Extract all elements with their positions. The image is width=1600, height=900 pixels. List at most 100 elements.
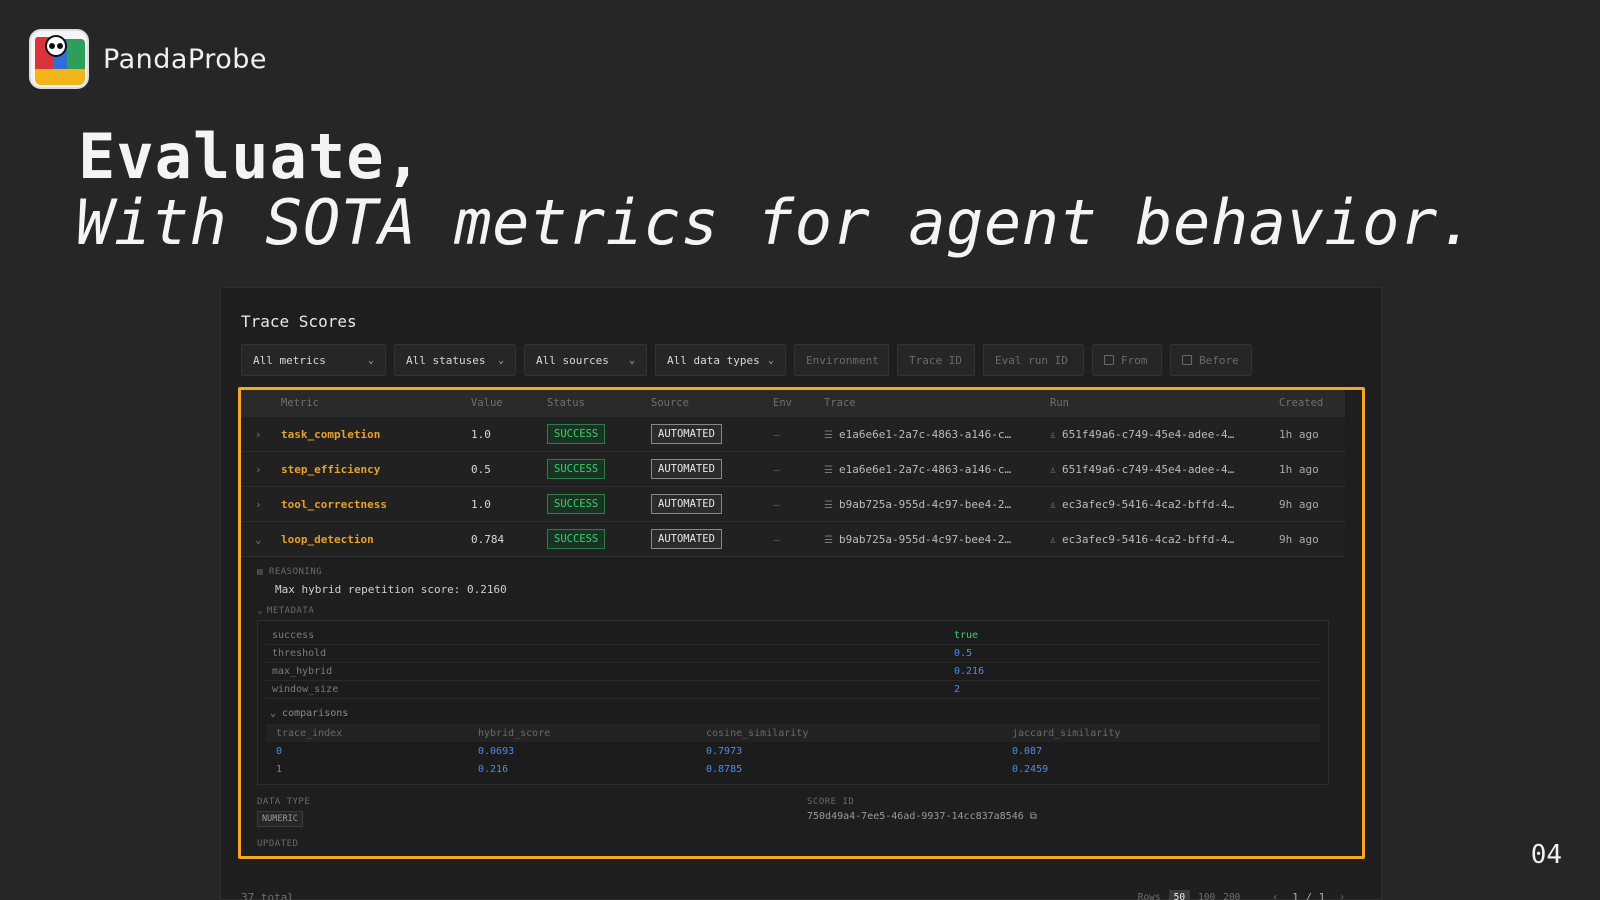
env-value: – [773, 532, 780, 546]
source-badge: AUTOMATED [651, 424, 722, 444]
source-filter[interactable]: All sources ⌄ [524, 344, 647, 376]
run-link[interactable]: 651f49a6-c749-45e4-adee-4… [1062, 428, 1234, 441]
metric-name: step_efficiency [281, 462, 381, 476]
run-icon: ♙ [1050, 534, 1057, 546]
score-value: 0.5 [471, 462, 491, 476]
col-status[interactable]: Status [547, 397, 651, 409]
collapse-chevron-icon[interactable]: ⌄ [241, 533, 281, 546]
prev-page-icon[interactable]: ‹ [1272, 892, 1278, 900]
rows-option-50[interactable]: 50 [1168, 890, 1191, 900]
panel-title: Trace Scores [241, 312, 357, 331]
table-row[interactable]: › tool_correctness 1.0 SUCCESS AUTOMATED… [241, 487, 1345, 522]
trace-link[interactable]: b9ab725a-955d-4c97-bee4-2… [839, 498, 1011, 511]
copy-icon[interactable]: ⧉ [1030, 811, 1037, 822]
col-trace[interactable]: Trace [824, 397, 1050, 409]
score-value: 0.784 [471, 532, 505, 546]
chevron-down-icon: ⌄ [628, 354, 635, 366]
score-detail: ▤ REASONING Max hybrid repetition score: … [241, 557, 1345, 849]
score-value: 1.0 [471, 497, 491, 511]
run-link[interactable]: ec3afec9-5416-4ca2-bffd-4… [1062, 498, 1234, 511]
metadata-row: max_hybrid 0.216 [266, 663, 1320, 681]
chevron-down-icon: ⌄ [270, 708, 283, 719]
col-source[interactable]: Source [651, 397, 773, 409]
pandaprobe-logo-icon [29, 29, 89, 89]
run-link[interactable]: ec3afec9-5416-4ca2-bffd-4… [1062, 533, 1234, 546]
source-badge: AUTOMATED [651, 494, 722, 514]
run-icon: ♙ [1050, 499, 1057, 511]
slide-number: 04 [1530, 840, 1562, 870]
metric-name: task_completion [281, 427, 381, 441]
table-row[interactable]: › step_efficiency 0.5 SUCCESS AUTOMATED … [241, 452, 1345, 487]
comparisons-table: trace_index hybrid_score cosine_similarity… [266, 724, 1320, 778]
data-type-label: DATA TYPE [257, 797, 311, 807]
scores-table: Metric Value Status Source Env Trace Run… [241, 389, 1345, 861]
col-env[interactable]: Env [773, 397, 824, 409]
trace-icon: ☰ [824, 534, 833, 546]
created-time: 1h ago [1279, 427, 1319, 441]
created-time: 9h ago [1279, 532, 1319, 546]
trace-link[interactable]: e1a6e6e1-2a7c-4863-a146-c… [839, 463, 1011, 476]
trace-link[interactable]: e1a6e6e1-2a7c-4863-a146-c… [839, 428, 1011, 441]
metadata-row: window_size 2 [266, 681, 1320, 699]
table-row-expanded[interactable]: ⌄ loop_detection 0.784 SUCCESS AUTOMATED… [241, 522, 1345, 557]
rows-label: Rows [1137, 892, 1161, 900]
col-value[interactable]: Value [471, 397, 547, 409]
brand-name: PandaProbe [103, 43, 267, 75]
from-date-input[interactable]: From [1092, 344, 1162, 376]
updated-label: UPDATED [257, 839, 299, 849]
before-date-input[interactable]: Before [1170, 344, 1252, 376]
status-filter[interactable]: All statuses ⌄ [394, 344, 516, 376]
trace-scores-panel: Trace Scores All metrics ⌄ All statuses ⌄ … [220, 287, 1382, 900]
chevron-down-icon: ⌄ [767, 354, 774, 366]
expand-chevron-icon[interactable]: › [241, 498, 281, 511]
run-icon: ♙ [1050, 429, 1057, 441]
status-badge: SUCCESS [547, 494, 606, 514]
rows-option-200[interactable]: 200 [1223, 892, 1240, 900]
next-page-icon[interactable]: › [1339, 892, 1345, 900]
col-metric[interactable]: Metric [281, 397, 471, 409]
metadata-toggle[interactable]: ⌄ METADATA [257, 606, 1329, 616]
hero-title: Evaluate, [78, 120, 423, 193]
rows-option-100[interactable]: 100 [1198, 892, 1215, 900]
source-badge: AUTOMATED [651, 529, 722, 549]
expand-chevron-icon[interactable]: › [241, 428, 281, 441]
table-header: Metric Value Status Source Env Trace Run… [241, 389, 1345, 417]
comparison-row: 1 0.216 0.8785 0.2459 [276, 763, 1049, 775]
status-badge: SUCCESS [547, 424, 606, 444]
metrics-filter[interactable]: All metrics ⌄ [241, 344, 386, 376]
trace-link[interactable]: b9ab725a-955d-4c97-bee4-2… [839, 533, 1011, 546]
score-id: 750d49a4-7ee5-46ad-9937-14cc837a8546 [807, 811, 1024, 822]
score-value: 1.0 [471, 427, 491, 441]
col-created[interactable]: Created [1279, 397, 1345, 409]
trace-icon: ☰ [824, 499, 833, 511]
filter-bar: All metrics ⌄ All statuses ⌄ All sources ⌄ … [241, 344, 1252, 376]
page-indicator: 1 / 1 [1292, 891, 1326, 900]
env-value: – [773, 497, 780, 511]
pagination: 37 total Rows 50 100 200 ‹ 1 / 1 › [241, 890, 1345, 900]
run-icon: ♙ [1050, 464, 1057, 476]
eval-run-id-input[interactable]: Eval run ID [983, 344, 1084, 376]
env-value: – [773, 427, 780, 441]
chevron-down-icon: ⌄ [367, 354, 374, 366]
score-id-label: SCORE ID [807, 797, 855, 807]
chevron-down-icon: ⌄ [497, 354, 504, 366]
table-row[interactable]: › task_completion 1.0 SUCCESS AUTOMATED … [241, 417, 1345, 452]
created-time: 1h ago [1279, 462, 1319, 476]
trace-id-input[interactable]: Trace ID [897, 344, 975, 376]
reasoning-text: Max hybrid repetition score: 0.2160 [275, 583, 507, 596]
data-type-filter[interactable]: All data types ⌄ [655, 344, 786, 376]
trace-icon: ☰ [824, 429, 833, 441]
status-badge: SUCCESS [547, 529, 606, 549]
metric-name: loop_detection [281, 532, 374, 546]
col-run[interactable]: Run [1050, 397, 1279, 409]
chevron-down-icon: ⌄ [257, 606, 263, 616]
env-value: – [773, 462, 780, 476]
calendar-icon [1182, 355, 1192, 365]
hero-subtitle: With SOTA metrics for agent behavior. [76, 186, 1476, 259]
comparisons-toggle[interactable]: ⌄ comparisons [270, 708, 1320, 719]
expand-chevron-icon[interactable]: › [241, 463, 281, 476]
environment-input[interactable]: Environment [794, 344, 889, 376]
run-link[interactable]: 651f49a6-c749-45e4-adee-4… [1062, 463, 1234, 476]
reasoning-label: ▤ REASONING [257, 567, 323, 577]
metadata-row: threshold 0.5 [266, 645, 1320, 663]
